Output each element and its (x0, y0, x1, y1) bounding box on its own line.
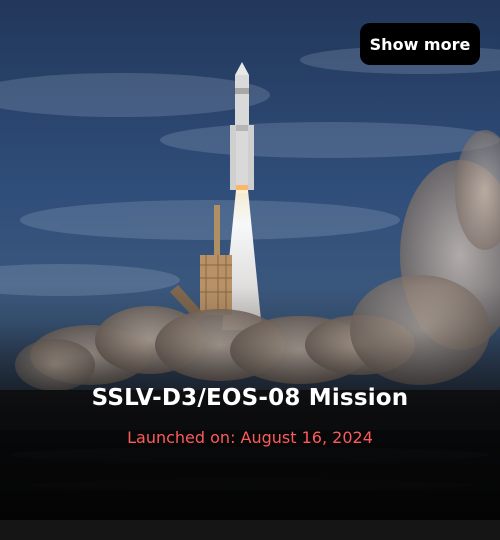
mission-title: SSLV-D3/EOS-08 Mission (91, 385, 409, 411)
mission-card: Show more SSLV-D3/EOS-08 Mission Launche… (0, 0, 500, 520)
card-footer-strip (0, 520, 500, 540)
show-more-button[interactable]: Show more (360, 23, 480, 65)
launch-date: Launched on: August 16, 2024 (127, 428, 373, 447)
